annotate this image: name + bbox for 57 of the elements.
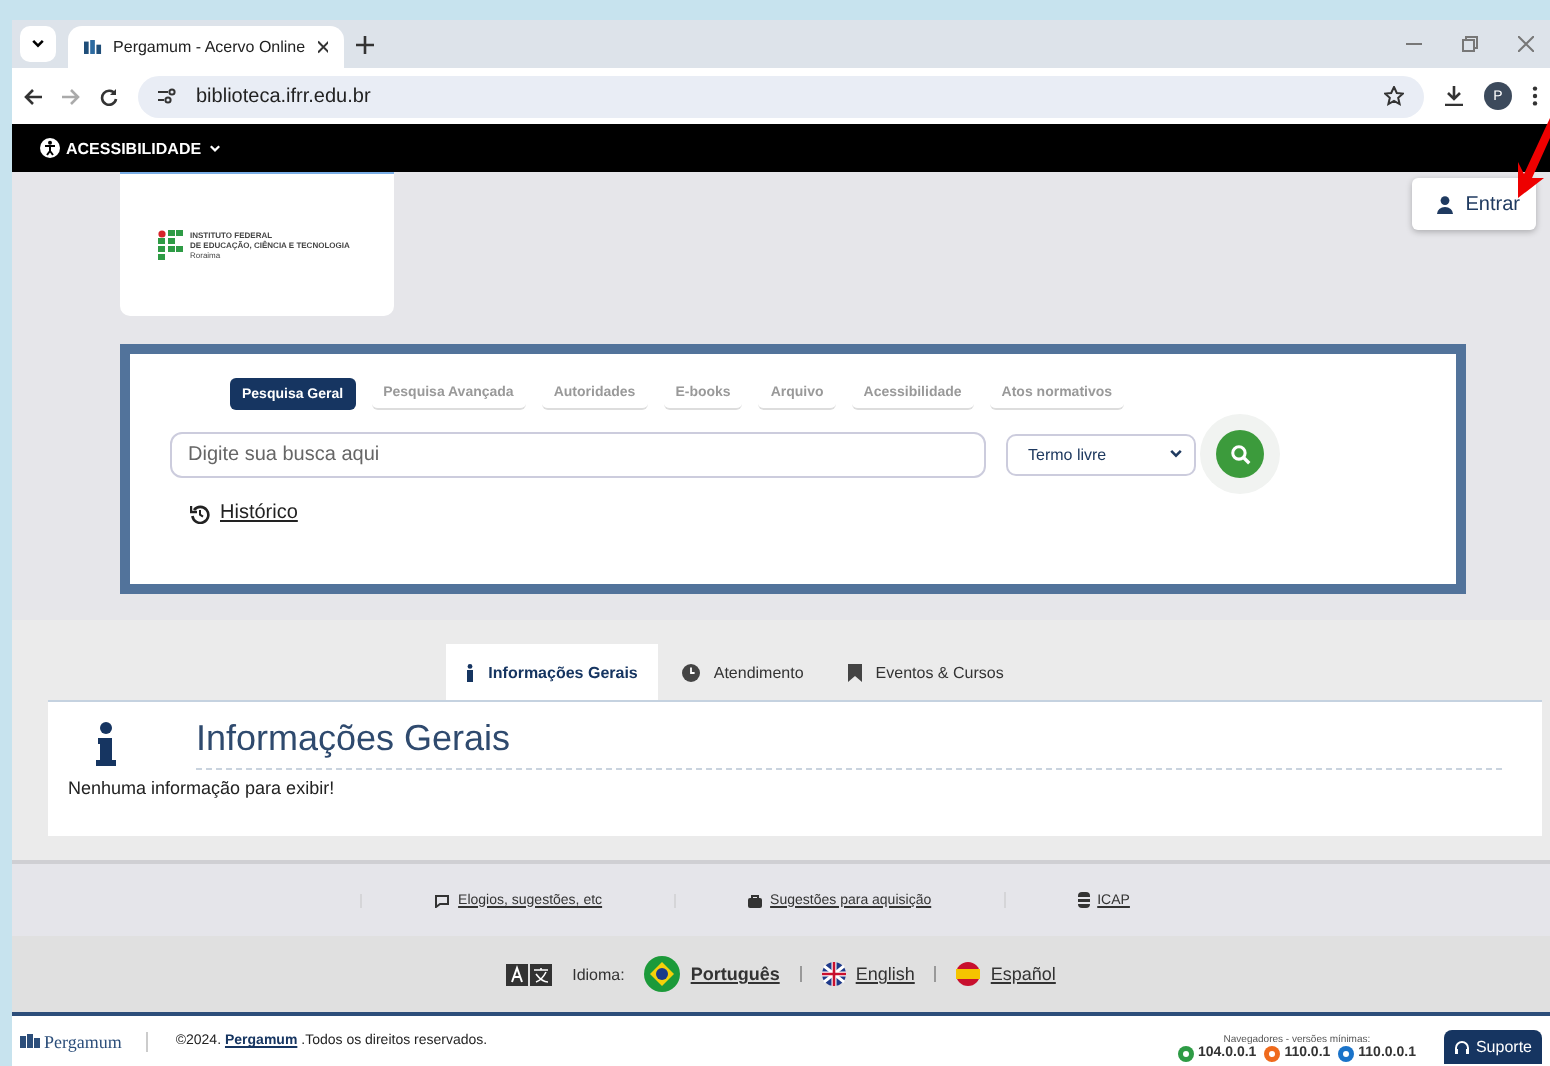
history-icon: [190, 503, 210, 523]
info-icon: [96, 722, 116, 766]
caret-icon: [207, 141, 222, 155]
back-arrow-icon[interactable]: [24, 87, 42, 105]
language-link[interactable]: Español: [956, 962, 1056, 986]
browser-tab[interactable]: Pergamum - Acervo Online: [68, 26, 344, 68]
star-icon[interactable]: [1384, 86, 1404, 106]
empty-message: Nenhuma informação para exibir!: [68, 778, 337, 798]
wave-logo-icon: [1338, 1045, 1355, 1061]
translate-icon: [506, 963, 553, 985]
language-link[interactable]: Português: [644, 956, 780, 992]
info-icon: [466, 663, 475, 681]
user-icon: [1435, 195, 1454, 213]
history-link[interactable]: Histórico: [190, 502, 1416, 524]
institute-logo-icon: [158, 230, 184, 260]
restore-icon[interactable]: [1462, 36, 1478, 52]
search-icon: [1229, 443, 1251, 465]
info-tab[interactable]: Atendimento: [661, 644, 824, 700]
pointer-arrow-drawing: [1518, 114, 1550, 198]
download-icon[interactable]: [1444, 86, 1464, 106]
search-field[interactable]: Digite sua busca aqui: [170, 431, 986, 477]
info-tab[interactable]: Informações Gerais: [446, 644, 658, 700]
clock-icon: [681, 663, 700, 681]
comment-icon: [434, 893, 451, 907]
language-label: Idioma:: [572, 965, 625, 983]
bag-icon: [748, 893, 763, 907]
close-icon[interactable]: [317, 40, 328, 54]
reload-icon[interactable]: [100, 87, 118, 105]
accessibility-menu[interactable]: ACESSIBILIDADE: [40, 138, 222, 158]
new-tab-icon[interactable]: [356, 36, 374, 54]
panel-title: Informações Gerais: [196, 718, 1502, 770]
login-button[interactable]: Entrar: [1411, 178, 1536, 230]
caret-icon: [1168, 446, 1184, 462]
fox-logo-icon: [1264, 1045, 1281, 1061]
accessibility-icon: [40, 138, 60, 158]
search-button[interactable]: [1216, 430, 1264, 478]
support-button[interactable]: Suporte: [1443, 1030, 1542, 1064]
site-settings-icon: [158, 88, 176, 104]
address-bar[interactable]: biblioteca.ifrr.edu.br: [138, 75, 1424, 117]
language-link[interactable]: English: [821, 962, 915, 986]
search-type-select[interactable]: Termo livre: [1006, 433, 1196, 475]
info-tab[interactable]: Eventos & Cursos: [827, 644, 1024, 700]
spain-flag-icon: [956, 962, 981, 986]
brand-logo: Pergamum: [20, 1031, 148, 1051]
bookmark-icon: [847, 663, 862, 681]
uk-flag-icon: [821, 962, 846, 986]
books-icon: [20, 1034, 40, 1048]
tab-title: Pergamum - Acervo Online: [113, 38, 306, 56]
caret-icon: [30, 36, 46, 52]
tab-list-button[interactable]: [20, 26, 56, 62]
url-text: biblioteca.ifrr.edu.br: [196, 85, 373, 107]
headset-icon: [1453, 1039, 1470, 1055]
menu-icon[interactable]: [1532, 86, 1538, 106]
circle-logo-icon: [1177, 1045, 1194, 1061]
books-icon: [84, 38, 102, 56]
brazil-flag-icon: [644, 956, 681, 992]
database-icon: [1077, 892, 1090, 908]
